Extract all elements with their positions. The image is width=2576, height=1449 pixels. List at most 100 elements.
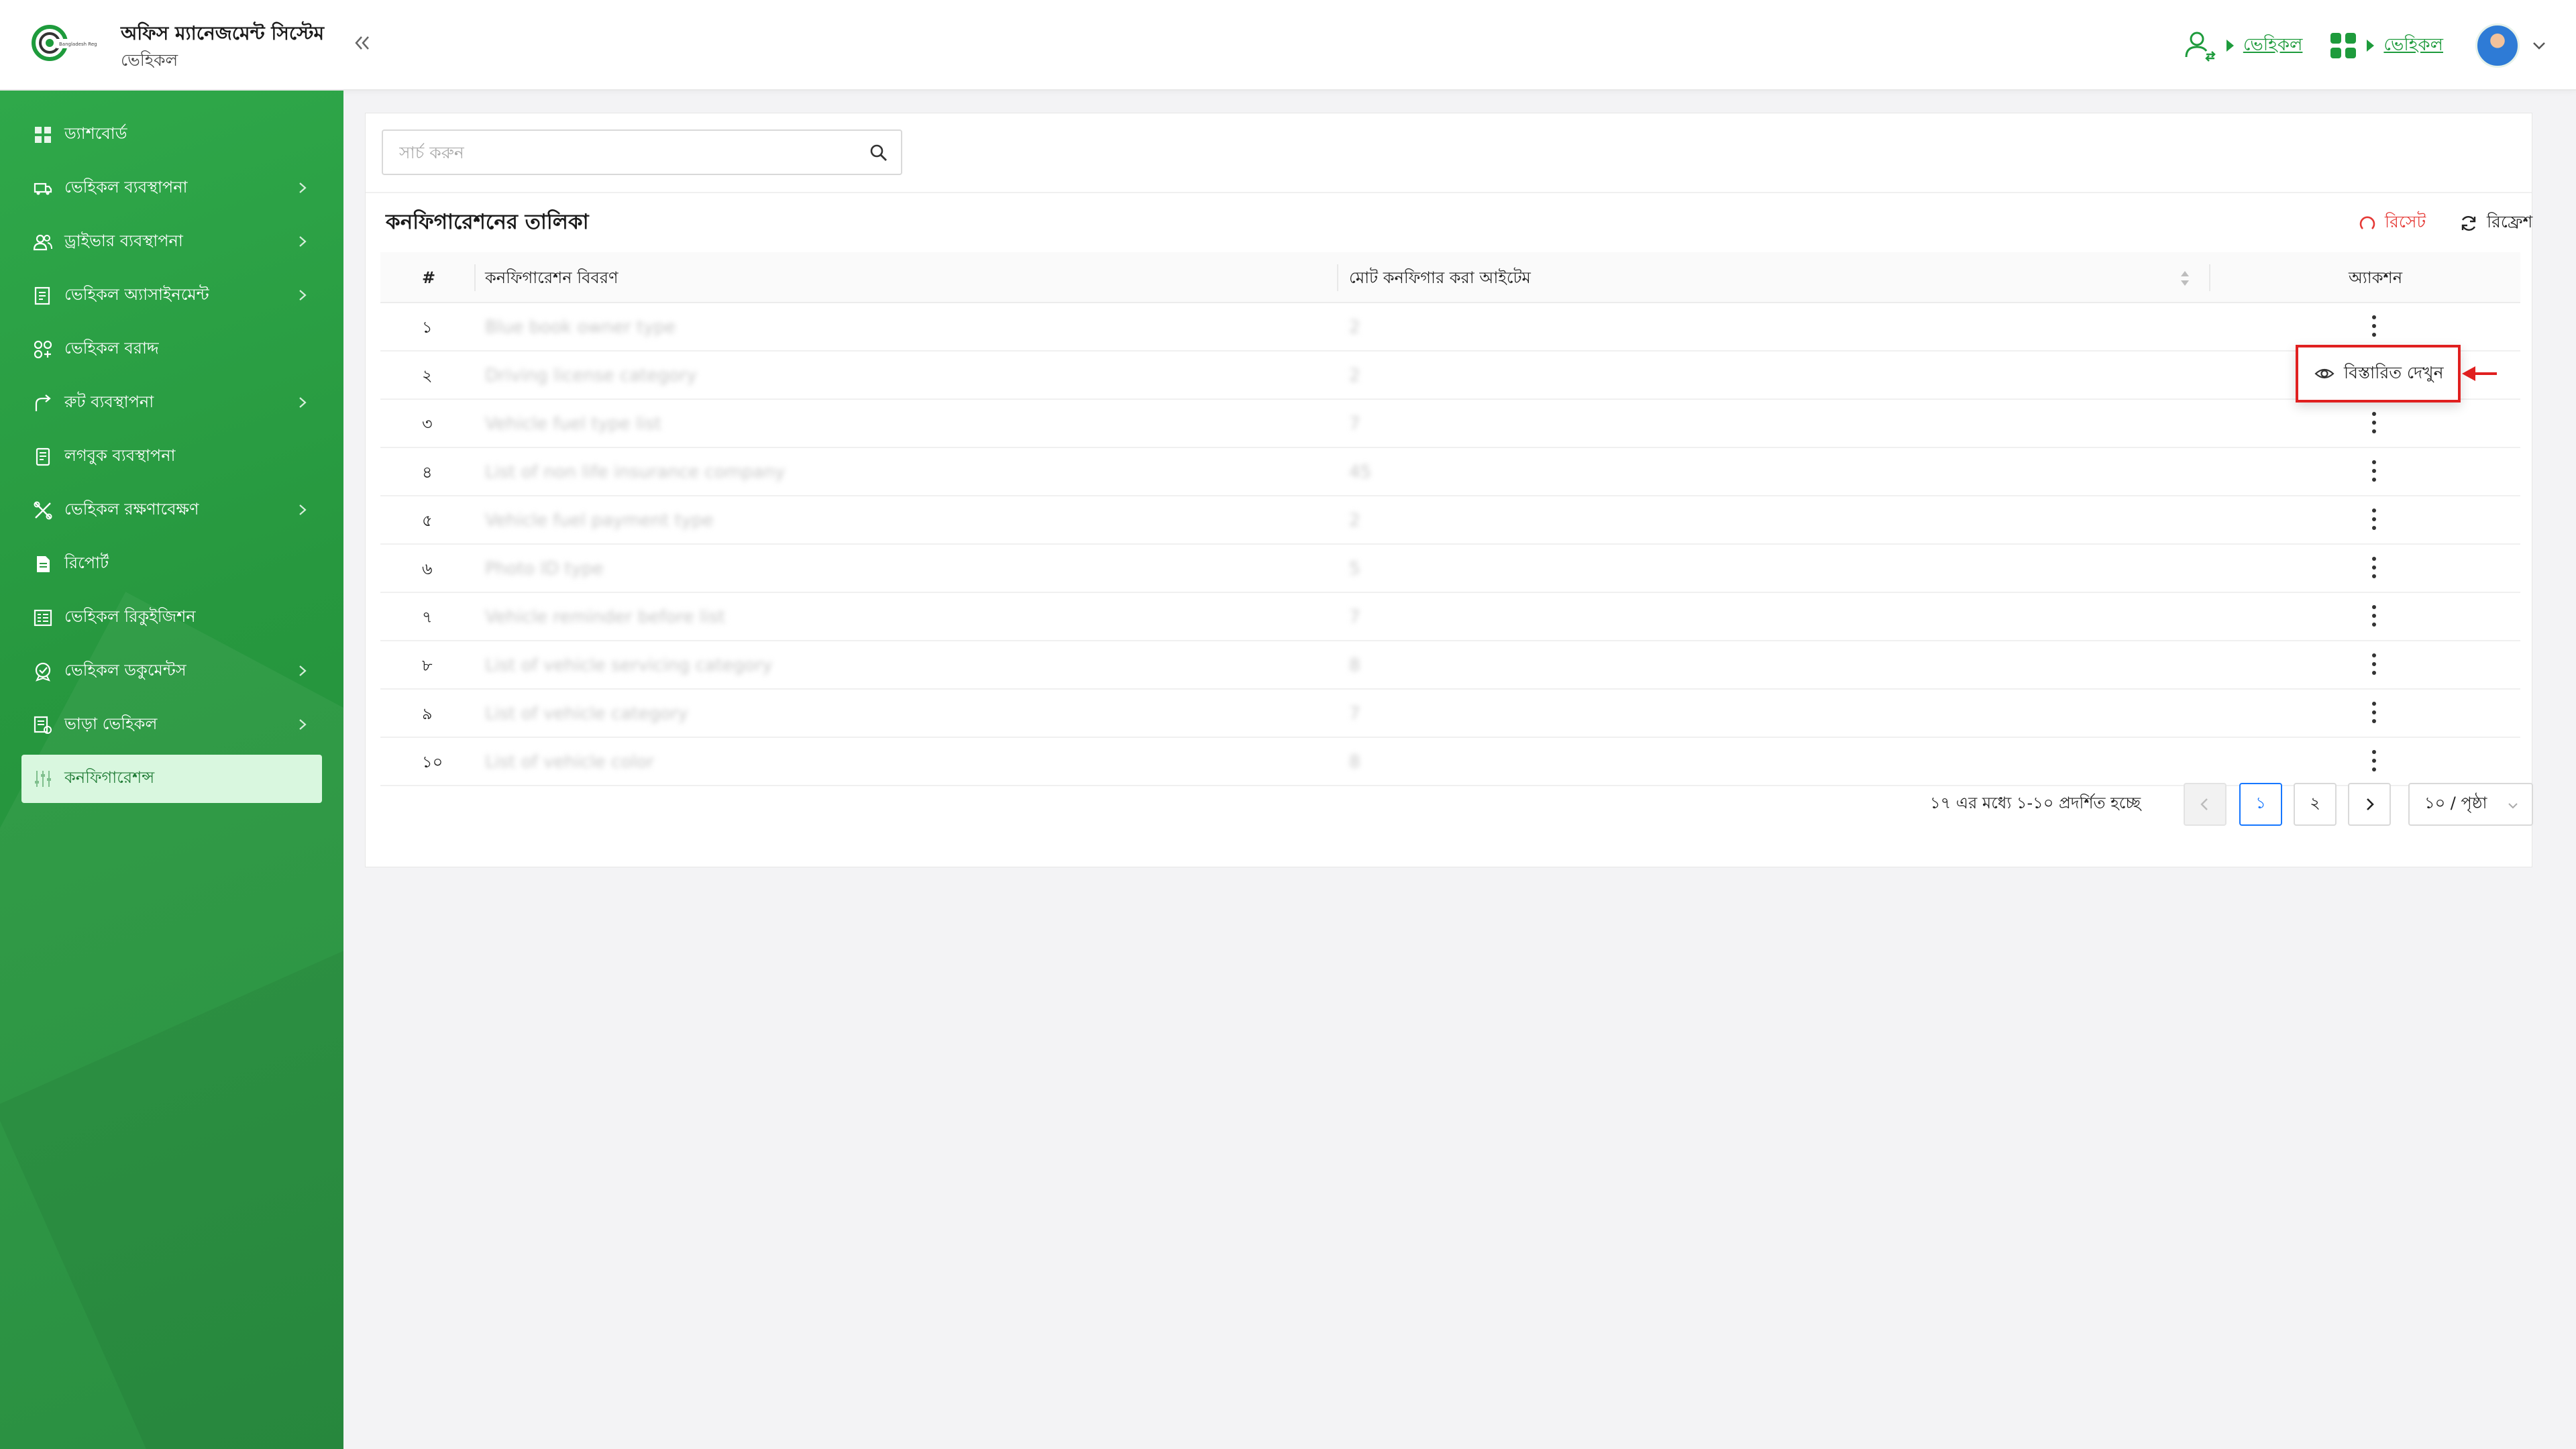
chevron-right-icon	[299, 397, 307, 408]
page-button-1[interactable]: ১	[2239, 783, 2282, 826]
row-action-menu-button[interactable]	[2367, 699, 2381, 726]
sidebar-item-vehicle-allocation[interactable]: ভেহিকল বরাদ্দ	[21, 325, 322, 374]
row-number: ৯	[422, 704, 433, 723]
sidebar-item-logbook-management[interactable]: লগবুক ব্যবস্থাপনা	[21, 433, 322, 481]
sidebar-item-vehicle-requisition[interactable]: ভেহিকল রিকুইজিশন	[21, 594, 322, 642]
page-title: কনফিগারেশনের তালিকা	[386, 210, 589, 234]
breadcrumb-link-app[interactable]: ভেহিকল	[2383, 31, 2443, 60]
row-description: Blue book owner type	[485, 317, 676, 337]
page-size-select[interactable]: ১০ / পৃষ্ঠা	[2408, 783, 2533, 826]
row-description: Vehicle fuel type list	[485, 414, 661, 434]
row-action-menu-button[interactable]	[2367, 506, 2381, 533]
sidebar-item-driver-management[interactable]: ড্রাইভার ব্যবস্থাপনা	[21, 218, 322, 266]
row-description: List of non life insurance company	[485, 462, 786, 482]
sidebar-item-rental-vehicle[interactable]: ভাড়া ভেহিকল	[21, 701, 322, 749]
documents-icon	[32, 661, 54, 682]
table-row: ৬ Photo ID type 5	[380, 545, 2520, 593]
row-action-menu-button[interactable]	[2367, 747, 2381, 774]
dot-icon	[2372, 702, 2376, 706]
apps-grid-icon[interactable]	[2329, 32, 2357, 60]
user-avatar[interactable]	[2475, 23, 2520, 68]
driver-icon	[32, 231, 54, 253]
column-header-number: #	[422, 268, 436, 287]
row-action-menu-button[interactable]	[2367, 554, 2381, 581]
page-button-2[interactable]: ২	[2294, 783, 2337, 826]
table-row: ৫ Vehicle fuel payment type 2	[380, 496, 2520, 545]
sidebar-item-vehicle-management[interactable]: ভেহিকল ব্যবস্থাপনা	[21, 164, 322, 213]
dot-icon	[2372, 333, 2376, 337]
row-description: List of vehicle color	[485, 752, 654, 772]
search-box	[382, 129, 902, 175]
sidebar-item-label: ভেহিকল বরাদ্দ	[64, 339, 159, 358]
collapse-sidebar-button[interactable]	[349, 30, 376, 56]
sidebar-item-label: ভেহিকল ব্যবস্থাপনা	[64, 178, 188, 197]
row-total-items: 5	[1349, 559, 1360, 579]
pagination-info: ১৭ এর মধ্যে ১-১০ প্রদর্শিত হচ্ছে	[1930, 794, 2141, 812]
row-description: Vehicle fuel payment type	[485, 511, 714, 531]
next-page-button[interactable]	[2348, 783, 2391, 826]
dot-icon	[2372, 315, 2376, 319]
column-header-total-items[interactable]: মোট কনফিগার করা আইটেম	[1349, 252, 1531, 303]
top-header: Bangladesh Regulatory Authority অফিস ম্য…	[0, 0, 2576, 91]
double-chevron-left-icon	[355, 36, 369, 50]
sidebar-item-label: রুট ব্যবস্থাপনা	[64, 392, 154, 411]
maintenance-icon	[32, 500, 54, 521]
sidebar-item-report[interactable]: রিপোর্ট	[21, 540, 322, 588]
sidebar-nav: ড্যাশবোর্ড ভেহিকল ব্যবস্থাপনা ড্রাইভার ব…	[21, 111, 322, 808]
sidebar-item-label: ভাড়া ভেহিকল	[64, 714, 158, 733]
search-icon[interactable]	[869, 143, 889, 163]
row-number: ৭	[422, 608, 433, 627]
sidebar: ড্যাশবোর্ড ভেহিকল ব্যবস্থাপনা ড্রাইভার ব…	[0, 91, 343, 1449]
chevron-left-icon	[2200, 798, 2208, 810]
dot-icon	[2372, 671, 2376, 675]
chevron-down-icon[interactable]	[2529, 36, 2549, 56]
sidebar-item-vehicle-documents[interactable]: ভেহিকল ডকুমেন্টস	[21, 647, 322, 696]
dot-icon	[2372, 460, 2376, 464]
sidebar-item-configurations[interactable]: কনফিগারেশন্স	[21, 755, 322, 803]
dot-icon	[2372, 719, 2376, 723]
section-divider	[366, 192, 2532, 193]
table-row: ৩ Vehicle fuel type list 7	[380, 400, 2520, 448]
row-action-menu-button[interactable]	[2367, 458, 2381, 484]
sort-icon[interactable]	[2179, 268, 2191, 288]
dot-icon	[2372, 767, 2376, 771]
row-action-menu-button[interactable]	[2367, 602, 2381, 629]
dot-icon	[2372, 421, 2376, 425]
column-header-description: কনফিগারেশন বিবরণ	[485, 268, 619, 287]
report-icon	[32, 553, 54, 575]
sidebar-item-label: কনফিগারেশন্স	[64, 768, 155, 787]
page-size-value: ১০ / পৃষ্ঠা	[2424, 794, 2487, 812]
column-divider	[474, 264, 476, 291]
row-number: ১	[422, 318, 433, 337]
sidebar-item-vehicle-maintenance[interactable]: ভেহিকল রক্ষণাবেক্ষণ	[21, 486, 322, 535]
row-total-items: 2	[1349, 511, 1360, 531]
reset-button[interactable]: রিসেট	[2358, 209, 2426, 237]
row-total-items: 2	[1349, 366, 1360, 386]
svg-text:Bangladesh Regulatory Authorit: Bangladesh Regulatory Authority	[59, 42, 97, 47]
table-row: ৯ List of vehicle category 7	[380, 690, 2520, 738]
user-switch-icon[interactable]	[2184, 29, 2217, 62]
view-details-label: বিস্তারিত দেখুন	[2344, 362, 2444, 382]
breadcrumb-link-module[interactable]: ভেহিকল	[2243, 31, 2303, 60]
prev-page-button[interactable]	[2184, 783, 2226, 826]
row-description: Photo ID type	[485, 559, 604, 579]
reset-label: রিসেট	[2385, 212, 2426, 231]
dot-icon	[2372, 574, 2376, 578]
dot-icon	[2372, 517, 2376, 521]
dot-icon	[2372, 508, 2376, 513]
row-action-menu-button[interactable]	[2367, 313, 2381, 339]
sidebar-item-vehicle-assignment[interactable]: ভেহিকল অ্যাসাইনমেন্ট	[21, 272, 322, 320]
row-action-menu-button[interactable]	[2367, 409, 2381, 436]
chevron-down-icon	[2508, 803, 2518, 809]
row-action-menu-button[interactable]	[2367, 651, 2381, 678]
sidebar-item-route-management[interactable]: রুট ব্যবস্থাপনা	[21, 379, 322, 427]
logbook-icon	[32, 446, 54, 468]
view-details-menu-item[interactable]: বিস্তারিত দেখুন	[2296, 345, 2461, 402]
search-input[interactable]	[383, 131, 853, 174]
sidebar-item-dashboard[interactable]: ড্যাশবোর্ড	[21, 111, 322, 159]
sidebar-item-label: রিপোর্ট	[64, 553, 109, 572]
dot-icon	[2372, 759, 2376, 763]
refresh-button[interactable]: রিফ্রেশ	[2459, 209, 2532, 237]
requisition-icon	[32, 607, 54, 629]
dot-icon	[2372, 662, 2376, 666]
